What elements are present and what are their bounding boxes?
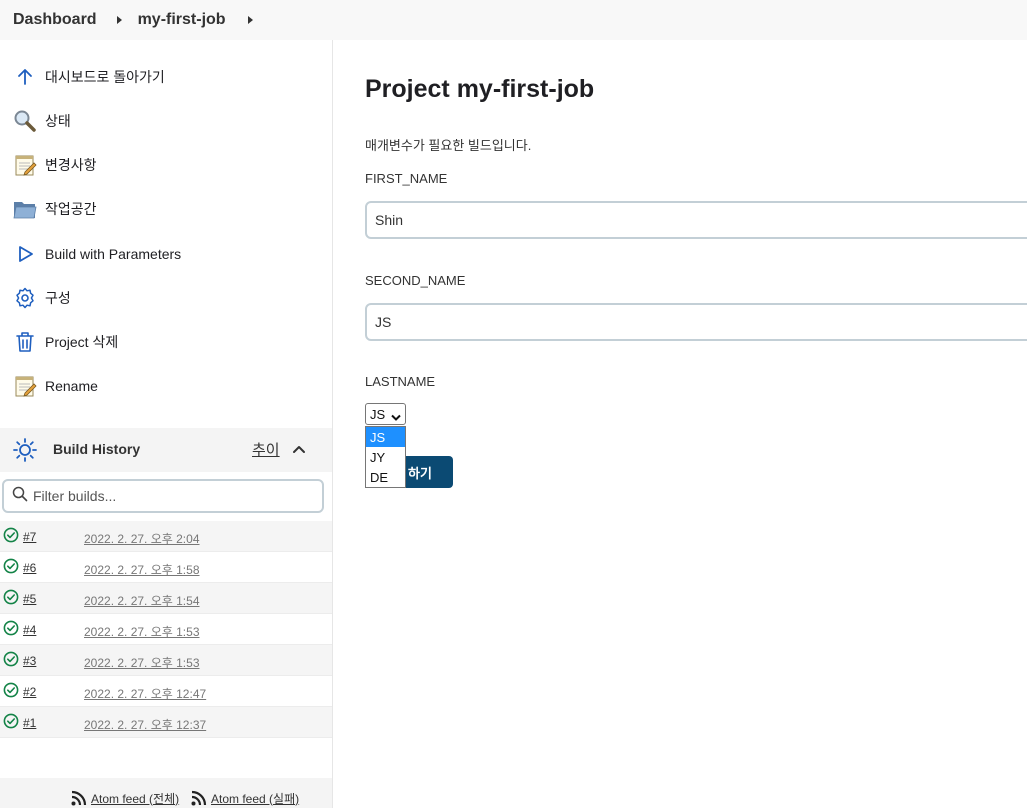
build-number-link[interactable]: #1 xyxy=(23,716,36,730)
table-row: #2 2022. 2. 27. 오후 12:47 xyxy=(0,676,332,707)
sidebar-item-label: Rename xyxy=(45,378,98,394)
success-check-icon xyxy=(3,620,19,641)
build-number-link[interactable]: #5 xyxy=(23,592,36,606)
second-name-label: SECOND_NAME xyxy=(365,273,466,288)
build-number-link[interactable]: #2 xyxy=(23,685,36,699)
build-number-link[interactable]: #7 xyxy=(23,530,36,544)
table-row: #7 2022. 2. 27. 오후 2:04 xyxy=(0,521,332,552)
build-time-link[interactable]: 2022. 2. 27. 오후 12:37 xyxy=(84,716,206,733)
magnifier-icon xyxy=(12,108,38,134)
build-time-link[interactable]: 2022. 2. 27. 오후 1:54 xyxy=(84,592,200,609)
chevron-up-icon[interactable] xyxy=(292,442,306,461)
second-name-input[interactable] xyxy=(365,303,1027,341)
gear-icon xyxy=(12,285,38,311)
sidebar-item-label: 대시보드로 돌아가기 xyxy=(45,69,165,85)
rss-icon xyxy=(191,790,207,806)
lastname-select[interactable]: JS xyxy=(365,403,406,425)
table-row: #4 2022. 2. 27. 오후 1:53 xyxy=(0,614,332,645)
build-number-link[interactable]: #3 xyxy=(23,654,36,668)
sidebar-item-configure[interactable]: 구성 xyxy=(12,283,71,313)
breadcrumb-job[interactable]: my-first-job xyxy=(138,11,226,29)
build-time-link[interactable]: 2022. 2. 27. 오후 12:47 xyxy=(84,685,206,702)
atom-feed-failed-label: Atom feed (실패) xyxy=(211,791,300,806)
breadcrumb: Dashboard my-first-job xyxy=(0,0,1027,40)
sidebar-item-label: 상태 xyxy=(45,113,71,129)
first-name-input[interactable] xyxy=(365,201,1027,239)
build-time-link[interactable]: 2022. 2. 27. 오후 1:53 xyxy=(84,623,200,640)
build-history-icon xyxy=(13,438,37,467)
sidebar: 대시보드로 돌아가기 상태 변경사항 작업공간 Build with Param… xyxy=(0,40,333,808)
notepad-icon xyxy=(12,373,38,399)
sidebar-item-label: 구성 xyxy=(45,290,71,306)
success-check-icon xyxy=(3,713,19,734)
success-check-icon xyxy=(3,651,19,672)
table-row: #6 2022. 2. 27. 오후 1:58 xyxy=(0,552,332,583)
notepad-icon xyxy=(12,152,38,178)
sidebar-item-label: 변경사항 xyxy=(45,157,97,173)
breadcrumb-separator-icon[interactable] xyxy=(247,16,253,24)
main-content: Project my-first-job 매개변수가 필요한 빌드입니다. FI… xyxy=(333,40,1027,808)
build-history-trend-link[interactable]: 추이 xyxy=(252,439,280,460)
build-list: #7 2022. 2. 27. 오후 2:04 #6 2022. 2. 27. … xyxy=(0,521,332,738)
sidebar-item-changes[interactable]: 변경사항 xyxy=(12,150,97,180)
build-history-header: Build History 추이 xyxy=(0,428,332,472)
lastname-selected-value: JS xyxy=(370,406,386,422)
lastname-label: LASTNAME xyxy=(365,374,436,389)
play-icon xyxy=(12,241,38,267)
table-row: #1 2022. 2. 27. 오후 12:37 xyxy=(0,707,332,738)
sidebar-item-back-to-dashboard[interactable]: 대시보드로 돌아가기 xyxy=(12,62,165,92)
rss-icon xyxy=(71,790,87,806)
atom-feed-all-label: Atom feed (전체) xyxy=(91,791,180,806)
lastname-option[interactable]: JS xyxy=(366,427,405,447)
success-check-icon xyxy=(3,589,19,610)
sidebar-item-label: Project 삭제 xyxy=(45,334,119,350)
sidebar-item-build-with-parameters[interactable]: Build with Parameters xyxy=(12,239,181,269)
trash-icon xyxy=(12,329,38,355)
lastname-option[interactable]: JY xyxy=(366,447,405,467)
lastname-dropdown-list: JS JY DE xyxy=(365,426,406,488)
lastname-option[interactable]: DE xyxy=(366,467,405,487)
build-history-title: Build History xyxy=(53,441,141,457)
breadcrumb-dashboard[interactable]: Dashboard xyxy=(13,11,97,29)
folder-icon xyxy=(12,196,38,222)
arrow-up-icon xyxy=(12,64,38,90)
build-number-link[interactable]: #6 xyxy=(23,561,36,575)
table-row: #5 2022. 2. 27. 오후 1:54 xyxy=(0,583,332,614)
sidebar-item-delete-project[interactable]: Project 삭제 xyxy=(12,327,118,357)
filter-builds-field[interactable] xyxy=(2,479,324,513)
first-name-label: FIRST_NAME xyxy=(365,171,448,186)
build-time-link[interactable]: 2022. 2. 27. 오후 2:04 xyxy=(84,530,200,547)
atom-feeds: Atom feed (전체) Atom feed (실패) xyxy=(0,778,332,808)
sidebar-item-label: Build with Parameters xyxy=(45,246,182,262)
table-row: #3 2022. 2. 27. 오후 1:53 xyxy=(0,645,332,676)
page-description: 매개변수가 필요한 빌드입니다. xyxy=(365,138,532,153)
search-icon xyxy=(12,486,28,507)
breadcrumb-separator-icon[interactable] xyxy=(116,16,122,24)
build-number-link[interactable]: #4 xyxy=(23,623,36,637)
success-check-icon xyxy=(3,558,19,579)
atom-feed-failed-link[interactable]: Atom feed (실패) xyxy=(190,789,299,807)
filter-builds-input[interactable] xyxy=(33,488,303,504)
build-time-link[interactable]: 2022. 2. 27. 오후 1:53 xyxy=(84,654,200,671)
success-check-icon xyxy=(3,527,19,548)
sidebar-item-rename[interactable]: Rename xyxy=(12,371,98,401)
success-check-icon xyxy=(3,682,19,703)
page-title: Project my-first-job xyxy=(365,75,595,103)
sidebar-item-workspace[interactable]: 작업공간 xyxy=(12,194,97,224)
sidebar-item-label: 작업공간 xyxy=(45,201,97,217)
chevron-down-icon xyxy=(391,410,401,425)
sidebar-item-status[interactable]: 상태 xyxy=(12,106,71,136)
atom-feed-all-link[interactable]: Atom feed (전체) xyxy=(70,789,179,807)
build-time-link[interactable]: 2022. 2. 27. 오후 1:58 xyxy=(84,561,200,578)
